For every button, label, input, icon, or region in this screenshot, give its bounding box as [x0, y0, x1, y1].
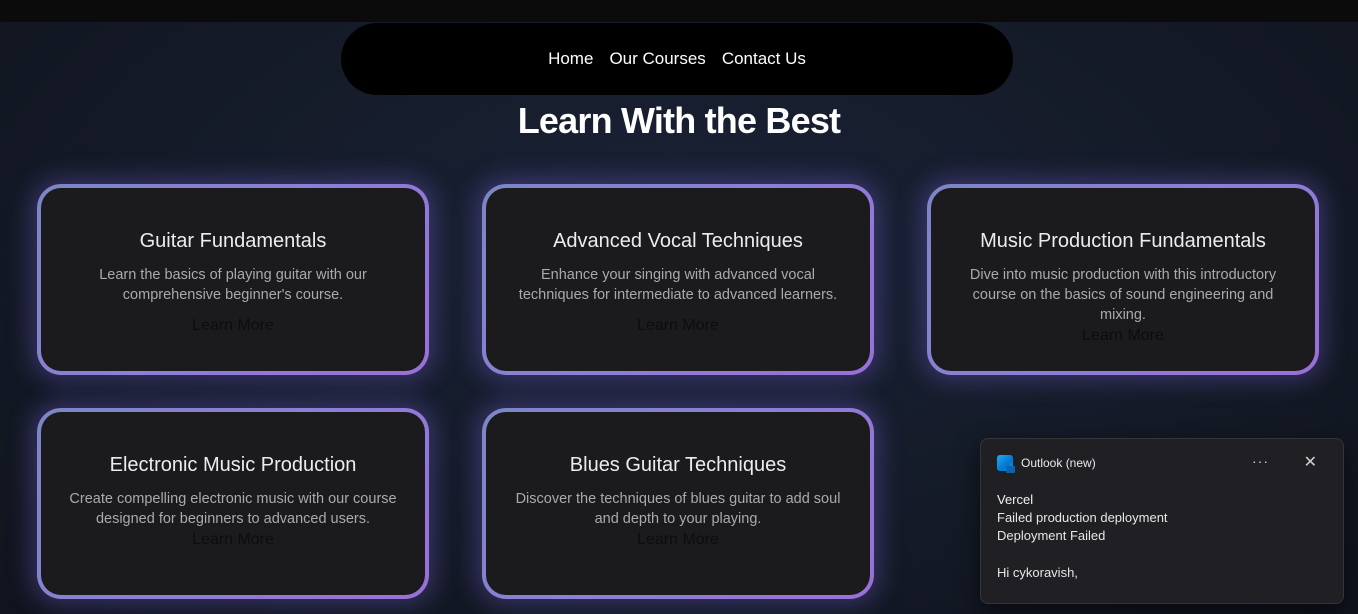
learn-more-link[interactable]: Learn More [1082, 327, 1164, 345]
course-description: Discover the techniques of blues guitar … [515, 491, 841, 527]
course-card-music-production: Music Production Fundamentals Dive into … [927, 184, 1319, 375]
course-card-body: Advanced Vocal Techniques Enhance your s… [486, 188, 870, 371]
outlook-icon [997, 455, 1015, 473]
learn-more-link[interactable]: Learn More [192, 531, 274, 549]
learn-more-link[interactable]: Learn More [637, 317, 719, 335]
more-options-icon[interactable]: ··· [1252, 453, 1269, 469]
notification-app-name: Outlook (new) [1021, 456, 1096, 470]
course-card-blues-guitar: Blues Guitar Techniques Discover the tec… [482, 408, 874, 599]
course-description: Learn the basics of playing guitar with … [99, 267, 367, 303]
page: Home Our Courses Contact Us Learn With t… [0, 0, 1358, 614]
notification-greeting: Hi cykoravish, [997, 565, 1078, 580]
course-title: Blues Guitar Techniques [569, 454, 787, 476]
learn-more-link[interactable]: Learn More [192, 317, 274, 335]
course-card-body: Blues Guitar Techniques Discover the tec… [486, 412, 870, 595]
main-nav: Home Our Courses Contact Us [341, 23, 1013, 95]
course-description: Dive into music production with this int… [969, 267, 1277, 323]
close-icon[interactable]: ✕ [1304, 452, 1317, 472]
course-description: Enhance your singing with advanced vocal… [518, 267, 838, 303]
notification-sender: Vercel [997, 492, 1034, 507]
learn-more-link[interactable]: Learn More [637, 531, 719, 549]
notification-preview: Deployment Failed [997, 528, 1106, 543]
course-card-guitar-fundamentals: Guitar Fundamentals Learn the basics of … [37, 184, 429, 375]
course-title: Electronic Music Production [109, 454, 357, 476]
course-card-advanced-vocal: Advanced Vocal Techniques Enhance your s… [482, 184, 874, 375]
page-heading: Learn With the Best [517, 100, 841, 141]
nav-courses-link[interactable]: Our Courses [609, 49, 705, 69]
notification-subject: Failed production deployment [997, 510, 1168, 525]
course-title: Advanced Vocal Techniques [553, 230, 803, 252]
notification-body: Vercel Failed production deployment Depl… [997, 491, 1327, 582]
course-card-body: Music Production Fundamentals Dive into … [931, 188, 1315, 371]
course-title: Guitar Fundamentals [139, 230, 327, 252]
course-title: Music Production Fundamentals [980, 230, 1266, 252]
outlook-notification[interactable]: Outlook (new) ··· ✕ Vercel Failed produc… [980, 438, 1344, 604]
nav-home-link[interactable]: Home [548, 49, 593, 69]
nav-contact-link[interactable]: Contact Us [722, 49, 806, 69]
top-strip [0, 0, 1358, 22]
course-card-body: Guitar Fundamentals Learn the basics of … [41, 188, 425, 371]
notification-header: Outlook (new) ··· ✕ [997, 453, 1327, 473]
course-card-body: Electronic Music Production Create compe… [41, 412, 425, 595]
course-card-electronic-music: Electronic Music Production Create compe… [37, 408, 429, 599]
course-description: Create compelling electronic music with … [69, 491, 397, 527]
